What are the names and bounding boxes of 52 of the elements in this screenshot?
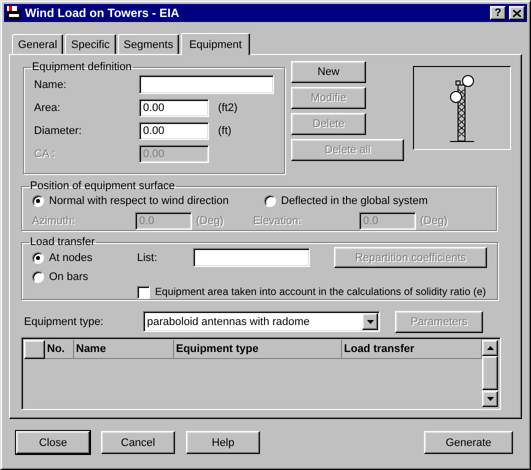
tab[interactable]: Specific (65, 34, 116, 54)
input-field[interactable]: 0.00 (139, 98, 209, 116)
dialog-button[interactable]: Close (16, 431, 90, 454)
field-label: Azimuth: (32, 215, 76, 227)
unit-label: (ft2) (218, 102, 238, 114)
unit-label: (ft) (218, 124, 232, 136)
field-label: Name: (34, 78, 68, 90)
close-button[interactable] (509, 6, 525, 20)
caret-icon (366, 320, 374, 324)
field-label: Area: (34, 102, 62, 114)
field-label: CA : (34, 148, 56, 160)
input-field[interactable] (193, 248, 310, 267)
field-label: List: (137, 252, 158, 264)
group-title: Load transfer (29, 236, 96, 248)
down-arrow-icon (486, 397, 494, 401)
window-title: Wind Load on Towers - EIA (25, 6, 180, 20)
column-header[interactable]: Equipment type (174, 340, 342, 359)
input-field[interactable]: 0.00 (139, 122, 209, 140)
help-button[interactable]: ? (490, 6, 506, 20)
field-label: Equipment type: (24, 316, 104, 328)
radio-button[interactable]: On bars (32, 270, 137, 282)
scrollbar[interactable] (482, 340, 498, 407)
checkbox[interactable]: Equipment area taken into account in the calculations of solidity ratio (e) (137, 286, 486, 298)
header-corner (24, 340, 45, 359)
scroll-thumb[interactable] (482, 356, 498, 390)
tab[interactable]: General (12, 34, 64, 54)
column-header[interactable]: Name (74, 340, 174, 359)
tab[interactable]: Equipment (181, 33, 250, 55)
input-field[interactable] (139, 75, 274, 94)
tower-drawing (449, 73, 475, 143)
dialog-button[interactable]: Generate (424, 431, 513, 454)
field-label: Diameter: (34, 124, 83, 136)
tab[interactable]: Segments (118, 34, 180, 54)
group-title: Equipment definition (31, 61, 133, 73)
radio-button[interactable]: Normal with respect to wind direction (32, 194, 264, 206)
equipment-type-dropdown[interactable]: paraboloid antennas with radome (143, 311, 380, 332)
dropdown-button[interactable] (362, 313, 378, 330)
app-icon (6, 5, 22, 21)
dialog-button[interactable]: Cancel (101, 431, 175, 454)
close-icon (513, 10, 521, 16)
field-label: Elevation: (253, 215, 302, 227)
radio-button[interactable]: Deflected in the global system (264, 194, 428, 206)
column-header[interactable]: No. (45, 340, 74, 359)
scroll-down-button[interactable] (482, 391, 498, 407)
unit-label: (Deg) (420, 215, 448, 227)
scroll-up-button[interactable] (482, 340, 498, 356)
dialog-button[interactable]: Help (186, 431, 260, 454)
radio-button[interactable]: At nodes (32, 252, 137, 264)
up-arrow-icon (486, 346, 494, 350)
group-title: Position of equipment surface (29, 180, 176, 192)
unit-label: (Deg) (196, 215, 225, 227)
new-button[interactable]: New (291, 61, 366, 83)
